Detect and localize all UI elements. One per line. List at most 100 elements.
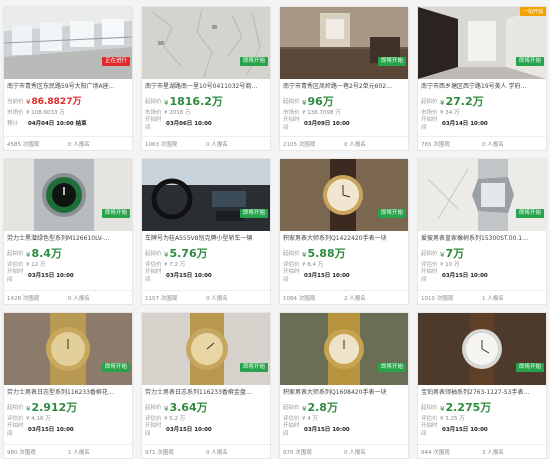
card-footer: 4585 次围观 0 人报名	[4, 136, 132, 150]
time-label: 开拍时间	[421, 269, 438, 283]
item-photo[interactable]	[280, 159, 408, 231]
signup-count: 0 人报名	[344, 141, 366, 148]
item-photo[interactable]	[142, 7, 270, 79]
view-count: 765 次围观	[421, 141, 450, 148]
signup-count: 0 人报名	[206, 449, 228, 456]
price-label: 起拍价	[421, 98, 438, 105]
signup-count: 0 人报名	[68, 141, 90, 148]
starting-price: ¥2.912万	[26, 400, 78, 414]
auction-card[interactable]: 劳力士黑潜绿色型系列M126610LV-… 起拍价 ¥8.4万 评估价 ¥ 12 万…	[3, 158, 133, 305]
auction-time: 03月09日 10:00	[304, 121, 350, 127]
view-count: 4585 次围观	[7, 141, 40, 148]
price-label: 起拍价	[421, 404, 438, 411]
status-button[interactable]: 即将开始	[515, 209, 544, 218]
item-photo[interactable]	[280, 7, 408, 79]
time-label: 预计	[7, 121, 19, 127]
status-button[interactable]: 即将开始	[239, 363, 268, 372]
price-label: 起拍价	[7, 250, 24, 257]
auction-time: 03月15日 10:00	[166, 427, 212, 433]
item-photo[interactable]	[4, 7, 132, 79]
starting-price: ¥7万	[440, 246, 465, 260]
price-label: 起拍价	[283, 98, 300, 105]
signup-count: 1 人报名	[68, 449, 90, 456]
item-photo[interactable]	[4, 313, 132, 385]
status-button[interactable]: 即将开始	[377, 363, 406, 372]
auction-card[interactable]: 南宁市青秀区东民路59号大阳广场A座… 当前价 ¥86.8827万 市场价 ¥ 10…	[3, 6, 133, 151]
time-label: 开拍时间	[283, 423, 300, 437]
market-price: ¥ 2018 万	[164, 109, 191, 116]
signup-count: 2 人报名	[344, 295, 366, 302]
market-price: ¥ 34 万	[440, 109, 460, 116]
status-button[interactable]: 正在进行	[101, 57, 130, 66]
status-button[interactable]: 即将开始	[239, 57, 268, 66]
market-price: ¥ 108.6033 万	[26, 109, 65, 116]
signup-count: 0 人报名	[344, 449, 366, 456]
auction-time: 03月15日 10:00	[304, 273, 350, 279]
status-button[interactable]: 即将开始	[515, 363, 544, 372]
status-button[interactable]: 即将开始	[377, 209, 406, 218]
status-button[interactable]: 即将开始	[101, 363, 130, 372]
time-label: 开拍时间	[421, 117, 438, 131]
item-photo[interactable]	[418, 313, 546, 385]
status-button[interactable]: 即将开始	[239, 209, 268, 218]
price-label: 起拍价	[283, 404, 300, 411]
auction-time: 03月14日 10:00	[442, 121, 488, 127]
card-footer: 1157 次围观 0 人报名	[142, 290, 270, 304]
view-count: 970 次围观	[283, 449, 312, 456]
item-title[interactable]: 南宁市青秀区东民路59号大阳广场A座…	[4, 79, 132, 94]
view-count: 1010 次围观	[421, 295, 454, 302]
item-title[interactable]: 爱彼男表皇家橡树系列15300ST.00.1…	[418, 231, 546, 246]
current-price: ¥86.8827万	[26, 97, 82, 107]
item-photo[interactable]	[418, 159, 546, 231]
appraisal-price: ¥ 5.2 万	[164, 415, 186, 422]
appraisal-price: ¥ 12 万	[26, 261, 46, 268]
item-photo[interactable]	[4, 159, 132, 231]
auction-card[interactable]: 劳力士男表日志系列116233香槟金盘… 起拍价 ¥3.64万 评估价 ¥ 5.2 …	[141, 312, 271, 459]
card-footer: 1428 次围观 0 人报名	[4, 290, 132, 304]
appraisal-price: ¥ 4.16 万	[26, 415, 51, 422]
starting-price: ¥2.275万	[440, 400, 492, 414]
auction-time: 03月15日 10:00	[442, 427, 488, 433]
auction-card[interactable]: 积家男表大师系列Q1608420手表一块 起拍价 ¥2.8万 评估价 ¥ 4 万 开…	[279, 312, 409, 459]
view-count: 1157 次围观	[145, 295, 178, 302]
item-photo[interactable]: 一拍开拍	[418, 7, 546, 79]
auction-time: 03月15日 10:00	[166, 273, 212, 279]
status-button[interactable]: 即将开始	[101, 209, 130, 218]
auction-card[interactable]: 爱彼男表皇家橡树系列15300ST.00.1… 起拍价 ¥7万 评估价 ¥ 10 万…	[417, 158, 547, 305]
item-title[interactable]: 积家男表大师系列Q1608420手表一块	[280, 385, 408, 400]
auction-time: 04月04日 10:00 结束	[28, 121, 87, 127]
card-footer: 1010 次围观 1 人报名	[418, 290, 546, 304]
item-photo[interactable]	[142, 313, 270, 385]
auction-time: 03月15日 10:00	[28, 427, 74, 433]
card-footer: 1063 次围观 0 人报名	[142, 136, 270, 150]
status-button[interactable]: 即将开始	[515, 57, 544, 66]
status-button[interactable]: 即将开始	[377, 57, 406, 66]
auction-time: 03月06日 10:00	[166, 121, 212, 127]
item-title[interactable]: 劳力士黑潜绿色型系列M126610LV-…	[4, 231, 132, 246]
item-photo[interactable]	[280, 313, 408, 385]
item-title[interactable]: 南宁市青秀区凤岭路一巷2号2单元602…	[280, 79, 408, 94]
auction-time: 03月15日 10:00	[304, 427, 350, 433]
auction-card[interactable]: 一拍开拍 南宁市西乡塘区西宁路19号美人 学府… 起拍价 ¥27.2万 市场价 ¥ …	[417, 6, 547, 151]
market-price: ¥ 136.7098 万	[302, 109, 341, 116]
auction-time: 03月15日 10:00	[442, 273, 488, 279]
signup-count: 0 人报名	[482, 141, 504, 148]
item-photo[interactable]	[142, 159, 270, 231]
time-label: 开拍时间	[283, 269, 300, 283]
auction-card[interactable]: 南宁市星湖路南一里10号0411032号商… 起拍价 ¥1816.2万 市场价 ¥ …	[141, 6, 271, 151]
starting-price: ¥27.2万	[440, 94, 484, 108]
auction-time: 03月15日 10:00	[28, 273, 74, 279]
auction-card[interactable]: 宝珀男表领袖系列2763-1127-53手表… 起拍价 ¥2.275万 评估价 ¥ …	[417, 312, 547, 459]
time-label: 开拍时间	[145, 423, 162, 437]
time-label: 开拍时间	[421, 423, 438, 437]
auction-card[interactable]: 南宁市青秀区凤岭路一巷2号2单元602… 起拍价 ¥96万 市场价 ¥ 136.70…	[279, 6, 409, 151]
signup-count: 0 人报名	[206, 141, 228, 148]
appraisal-price: ¥ 10 万	[440, 261, 460, 268]
card-footer: 765 次围观 0 人报名	[418, 136, 546, 150]
auction-round-badge: 一拍开拍	[519, 7, 546, 16]
auction-card[interactable]: 积家男表大师系列Q1422420手表一块 起拍价 ¥5.88万 评估价 ¥ 8.4 …	[279, 158, 409, 305]
signup-count: 1 人报名	[482, 295, 504, 302]
auction-card[interactable]: 车牌号为桂A555V8别克牌小型轿车一辆 起拍价 ¥5.76万 评估价 ¥ 7.2 …	[141, 158, 271, 305]
signup-count: 0 人报名	[206, 295, 228, 302]
auction-card[interactable]: 劳力士男表日志型系列116233香槟花… 起拍价 ¥2.912万 评估价 ¥ 4.1…	[3, 312, 133, 459]
